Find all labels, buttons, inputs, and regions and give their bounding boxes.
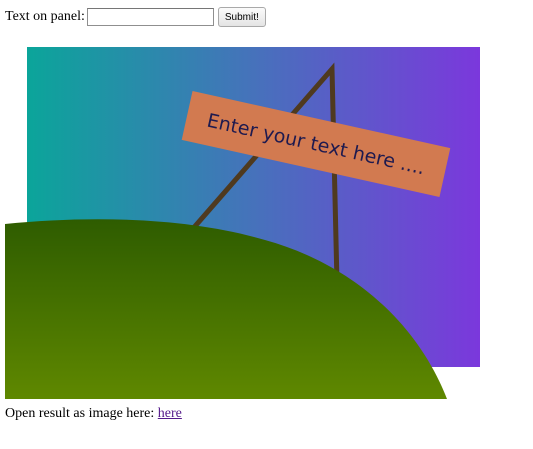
scene-canvas: Enter your text here ....: [5, 47, 480, 399]
submit-button[interactable]: Submit!: [217, 7, 266, 27]
open-image-link[interactable]: here: [158, 406, 182, 421]
footer-text: Open result as image here:: [5, 406, 155, 421]
panel-text-input[interactable]: [86, 8, 214, 26]
footer: Open result as image here: here: [5, 404, 182, 424]
panel-text-label: Text on panel:: [5, 9, 85, 24]
panel-text-form: Text on panel: Submit!: [5, 6, 266, 28]
